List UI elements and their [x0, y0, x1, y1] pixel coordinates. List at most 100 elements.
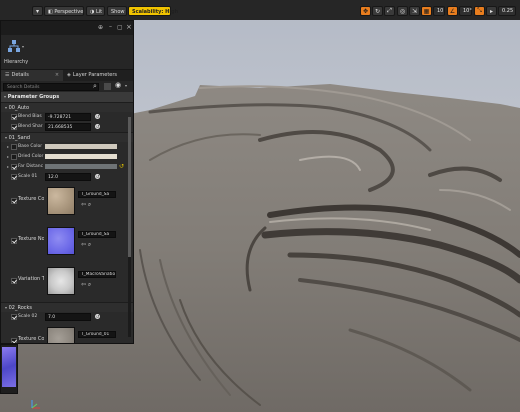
- group-00-auto[interactable]: ▾ 00_Auto: [1, 102, 133, 112]
- texture-color-checkbox[interactable]: [11, 198, 17, 204]
- perspective-icon: ◧: [48, 9, 53, 15]
- base-color-checkbox[interactable]: [11, 144, 17, 150]
- browse-asset-icons[interactable]: ⇦ ⌕: [81, 241, 91, 249]
- texture-color-asset[interactable]: T_Ground_Sa: [78, 191, 116, 198]
- variation-label: Variation T: [18, 276, 44, 282]
- browse-asset-icons[interactable]: ⇦ ⌕: [81, 201, 91, 209]
- scale-snap-icon[interactable]: ⤡: [474, 6, 485, 16]
- perspective-label: Perspective: [54, 9, 84, 15]
- restore-icon[interactable]: ▢: [117, 24, 123, 31]
- reset-icon[interactable]: ↺: [95, 114, 100, 119]
- group-01-sand[interactable]: ▾ 01_Sand: [1, 132, 133, 142]
- texture-normal-label: Texture No: [18, 236, 44, 242]
- blend-bias-value[interactable]: -9.728721: [45, 113, 91, 121]
- grid-snap-icon[interactable]: ▦: [421, 6, 432, 16]
- dried-color-row: ▸ Dried Color: [1, 152, 133, 162]
- pin-icon[interactable]: ⊕: [98, 24, 103, 31]
- close-icon[interactable]: ×: [126, 23, 132, 31]
- hierarchy-button[interactable]: ▾ Hierarchy: [1, 35, 133, 70]
- chevron-down-icon: ▾: [35, 7, 39, 15]
- dried-color-swatch[interactable]: [45, 154, 117, 159]
- dried-color-label: Dried Color: [18, 154, 44, 159]
- group-02-rocks[interactable]: ▾ 02_Rocks: [1, 302, 133, 312]
- perspective-button[interactable]: ◧ Perspective: [44, 6, 84, 16]
- eye-dropdown-icon[interactable]: ▾: [125, 83, 127, 88]
- axis-gizmo: [31, 400, 40, 409]
- rotation-snap-icon[interactable]: ∠: [447, 6, 458, 16]
- search-icon[interactable]: ⌕: [93, 82, 97, 91]
- variation-asset[interactable]: T_MacroVariation: [78, 271, 116, 278]
- minimize-icon[interactable]: –: [109, 23, 112, 30]
- far-distance-checkbox[interactable]: [11, 164, 17, 170]
- grid-view-icon[interactable]: [104, 83, 111, 90]
- eye-icon[interactable]: ◉: [115, 81, 121, 89]
- expand-arrow-icon[interactable]: ▸: [7, 162, 9, 172]
- scale01-checkbox[interactable]: [11, 174, 17, 180]
- variation-texture-thumbnail[interactable]: [47, 267, 75, 295]
- camera-speed-icon[interactable]: ▸: [486, 6, 497, 16]
- normal-texture-thumbnail[interactable]: [47, 227, 75, 255]
- show-button[interactable]: Show: [107, 6, 127, 16]
- rock-texture-thumbnail[interactable]: [47, 327, 75, 343]
- scale02-checkbox[interactable]: [11, 314, 17, 320]
- normal-map-thumbnail[interactable]: [2, 347, 16, 387]
- blend-sharp-value[interactable]: 21.668535: [45, 123, 91, 131]
- viewport-options-button[interactable]: ▾: [32, 6, 43, 16]
- scale01-value[interactable]: 12.0: [45, 173, 91, 181]
- tab-layer-parameters[interactable]: ◈ Layer Parameters: [63, 70, 121, 81]
- group-02-rocks-label: 02_Rocks: [8, 305, 33, 311]
- group-01-sand-label: 01_Sand: [8, 135, 31, 141]
- hierarchy-dropdown-icon: ▾: [22, 44, 25, 49]
- reset-icon[interactable]: ↺: [119, 163, 124, 170]
- tab-details[interactable]: ☰ Details ×: [1, 70, 64, 81]
- scale02-value[interactable]: 7.0: [45, 313, 91, 321]
- variation-checkbox[interactable]: [11, 278, 17, 284]
- texture-normal-checkbox[interactable]: [11, 238, 17, 244]
- base-color-row: ▸ Base Color: [1, 142, 133, 152]
- search-details-input[interactable]: Search Details: [3, 83, 99, 91]
- browse-asset-icons[interactable]: ⇦ ⌕: [81, 281, 91, 289]
- reset-icon[interactable]: ↺: [95, 314, 100, 319]
- details-icon: ☰: [5, 72, 10, 78]
- grid-snap-value[interactable]: 10: [433, 6, 445, 16]
- texture-color2-asset[interactable]: T_Ground_01: [78, 331, 116, 338]
- expand-arrow-icon[interactable]: ▸: [7, 152, 9, 162]
- expand-arrow-icon: ▾: [5, 135, 8, 140]
- parameter-groups-label: Parameter Groups: [7, 94, 60, 100]
- camera-speed-value[interactable]: 0.25: [498, 6, 516, 16]
- group-00-auto-label: 00_Auto: [8, 105, 30, 111]
- reset-icon[interactable]: ↺: [95, 174, 100, 179]
- texture-normal-row: Texture No T_Ground_Sa ⇦ ⌕: [1, 222, 133, 262]
- lit-button[interactable]: ◑ Lit: [86, 6, 105, 16]
- parameter-groups-header[interactable]: ▾ Parameter Groups: [1, 92, 133, 102]
- tab-layer-parameters-label: Layer Parameters: [72, 72, 118, 78]
- texture-color-label: Texture Co: [18, 196, 44, 202]
- show-label: Show: [111, 9, 125, 15]
- sand-texture-thumbnail[interactable]: [47, 187, 75, 215]
- far-distance-swatch[interactable]: [45, 164, 117, 169]
- blend-bias-checkbox[interactable]: [11, 114, 17, 120]
- translate-tool-icon[interactable]: ✥: [360, 6, 371, 16]
- tab-details-label: Details: [11, 72, 29, 78]
- hierarchy-icon: [8, 40, 20, 52]
- panel-scrollbar-thumb[interactable]: [128, 117, 131, 257]
- rotate-tool-icon[interactable]: ↻: [372, 6, 383, 16]
- blend-bias-label: Blend Bias: [18, 114, 42, 119]
- scale-tool-icon[interactable]: ⤢: [384, 6, 395, 16]
- collapse-arrow-icon: ▾: [4, 94, 7, 99]
- reset-icon[interactable]: ↺: [95, 124, 100, 129]
- scale02-row: Scale 02 7.0 ↺: [1, 312, 133, 322]
- close-tab-icon[interactable]: ×: [55, 70, 59, 81]
- blend-sharp-row: Blend Shar 21.668535 ↺: [1, 122, 133, 132]
- base-color-swatch[interactable]: [45, 144, 117, 149]
- world-space-icon[interactable]: ◎: [397, 6, 408, 16]
- texture-normal-asset[interactable]: T_Ground_Sa: [78, 231, 116, 238]
- surface-snap-icon[interactable]: ⇲: [409, 6, 420, 16]
- viewport-toolbar: ▾ ◧ Perspective ◑ Lit Show Scalability: …: [0, 0, 520, 20]
- scalability-warning-button[interactable]: Scalability: High: [128, 6, 178, 16]
- dried-color-checkbox[interactable]: [11, 154, 17, 160]
- expand-arrow-icon[interactable]: ▸: [7, 142, 9, 152]
- scale02-label: Scale 02: [18, 314, 38, 319]
- blend-sharp-checkbox[interactable]: [11, 124, 17, 130]
- rotation-snap-value[interactable]: 10°: [459, 6, 472, 16]
